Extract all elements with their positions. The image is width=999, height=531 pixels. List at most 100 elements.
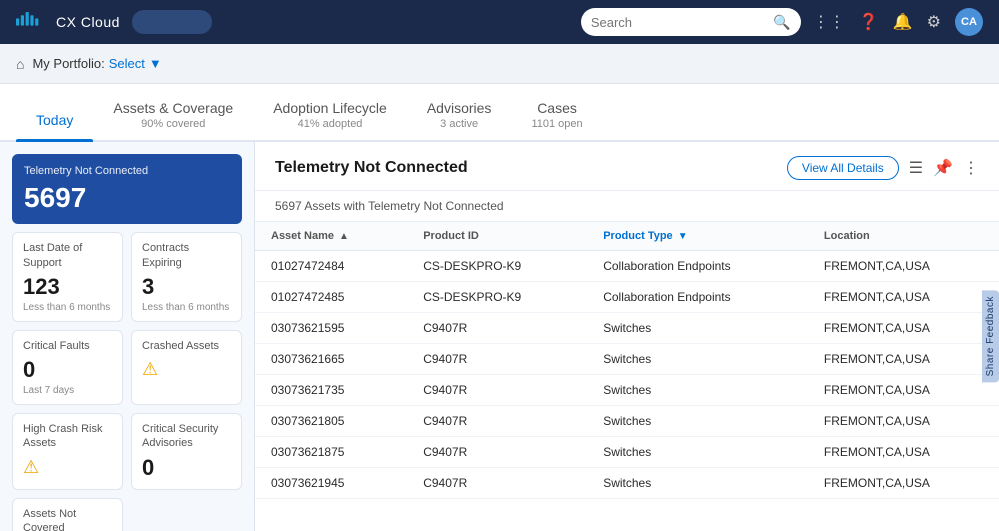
cell-product-type: Switches bbox=[587, 344, 808, 375]
cell-product-id: CS-DESKPRO-K9 bbox=[407, 282, 587, 313]
help-icon[interactable]: ❓ bbox=[859, 12, 879, 32]
assets-not-covered-card[interactable]: Assets Not Covered 584 bbox=[12, 498, 123, 531]
tab-today[interactable]: Today bbox=[16, 112, 93, 140]
sort-arrow-asset-name: ▲ bbox=[339, 231, 349, 242]
cell-product-id: C9407R bbox=[407, 468, 587, 499]
contracts-expiring-sub: Less than 6 months bbox=[142, 302, 231, 313]
table-row[interactable]: 03073621945 C9407R Switches FREMONT,CA,U… bbox=[255, 468, 999, 499]
contracts-expiring-value: 3 bbox=[142, 274, 231, 300]
grid-icon[interactable]: ⋮⋮ bbox=[813, 12, 845, 32]
cell-product-type: Switches bbox=[587, 313, 808, 344]
table-row[interactable]: 03073621595 C9407R Switches FREMONT,CA,U… bbox=[255, 313, 999, 344]
critical-security-card[interactable]: Critical Security Advisories 0 bbox=[131, 413, 242, 490]
table-row[interactable]: 01027472484 CS-DESKPRO-K9 Collaboration … bbox=[255, 251, 999, 282]
search-box[interactable]: 🔍 bbox=[581, 8, 801, 36]
cell-asset-name: 03073621735 bbox=[255, 375, 407, 406]
right-content-panel: Telemetry Not Connected View All Details… bbox=[255, 142, 999, 531]
tab-advisories-title: Advisories bbox=[427, 100, 492, 116]
last-date-support-sub: Less than 6 months bbox=[23, 302, 112, 313]
cisco-logo: CX Cloud bbox=[16, 12, 120, 32]
sort-arrow-product-type: ▼ bbox=[678, 231, 688, 242]
contracts-expiring-card[interactable]: Contracts Expiring 3 Less than 6 months bbox=[131, 232, 242, 322]
tab-cases-sub: 1101 open bbox=[531, 118, 582, 130]
nav-pill[interactable] bbox=[132, 10, 212, 34]
cell-asset-name: 03073621805 bbox=[255, 406, 407, 437]
cell-location: FREMONT,CA,USA bbox=[808, 282, 999, 313]
tab-cases-title: Cases bbox=[537, 100, 577, 116]
cell-product-type: Switches bbox=[587, 437, 808, 468]
telemetry-card-label: Telemetry Not Connected bbox=[24, 164, 230, 178]
cisco-logo-icon bbox=[16, 12, 48, 32]
cell-asset-name: 03073621595 bbox=[255, 313, 407, 344]
last-date-support-card[interactable]: Last Date of Support 123 Less than 6 mon… bbox=[12, 232, 123, 322]
cell-product-id: CS-DESKPRO-K9 bbox=[407, 251, 587, 282]
content-subtitle: 5697 Assets with Telemetry Not Connected bbox=[255, 191, 999, 222]
cell-asset-name: 03073621875 bbox=[255, 437, 407, 468]
assets-table: Asset Name ▲ Product ID Product Type ▼ L… bbox=[255, 222, 999, 499]
app-title: CX Cloud bbox=[56, 14, 120, 30]
avatar[interactable]: CA bbox=[955, 8, 983, 36]
portfolio-select[interactable]: Select ▼ bbox=[109, 56, 162, 71]
share-feedback-tab[interactable]: Share Feedback bbox=[982, 290, 999, 382]
tab-advisories-sub: 3 active bbox=[440, 118, 478, 130]
cell-asset-name: 03073621945 bbox=[255, 468, 407, 499]
critical-security-value: 0 bbox=[142, 455, 231, 481]
cell-location: FREMONT,CA,USA bbox=[808, 375, 999, 406]
col-asset-name[interactable]: Asset Name ▲ bbox=[255, 222, 407, 251]
cell-location: FREMONT,CA,USA bbox=[808, 251, 999, 282]
table-row[interactable]: 03073621735 C9407R Switches FREMONT,CA,U… bbox=[255, 375, 999, 406]
cell-asset-name: 03073621665 bbox=[255, 344, 407, 375]
cell-location: FREMONT,CA,USA bbox=[808, 313, 999, 344]
home-icon[interactable]: ⌂ bbox=[16, 56, 24, 72]
table-row[interactable]: 03073621875 C9407R Switches FREMONT,CA,U… bbox=[255, 437, 999, 468]
more-options-icon[interactable]: ⋮ bbox=[963, 158, 979, 178]
location-pin-icon[interactable]: 📌 bbox=[933, 158, 953, 178]
cell-product-id: C9407R bbox=[407, 406, 587, 437]
portfolio-select-label: Select bbox=[109, 56, 145, 71]
content-header: Telemetry Not Connected View All Details… bbox=[255, 142, 999, 191]
tab-assets-coverage[interactable]: Assets & Coverage 90% covered bbox=[93, 100, 253, 140]
gear-icon[interactable]: ⚙ bbox=[927, 12, 941, 32]
high-crash-risk-label: High Crash Risk Assets bbox=[23, 422, 112, 451]
cell-location: FREMONT,CA,USA bbox=[808, 437, 999, 468]
table-header: Asset Name ▲ Product ID Product Type ▼ L… bbox=[255, 222, 999, 251]
critical-faults-label: Critical Faults bbox=[23, 339, 112, 353]
tab-advisories[interactable]: Advisories 3 active bbox=[407, 100, 512, 140]
crashed-assets-card[interactable]: Crashed Assets ⚠ bbox=[131, 330, 242, 405]
col-location[interactable]: Location bbox=[808, 222, 999, 251]
bell-icon[interactable]: 🔔 bbox=[893, 12, 913, 32]
col-product-type[interactable]: Product Type ▼ bbox=[587, 222, 808, 251]
cell-location: FREMONT,CA,USA bbox=[808, 406, 999, 437]
telemetry-primary-card[interactable]: Telemetry Not Connected 5697 bbox=[12, 154, 242, 224]
col-product-id[interactable]: Product ID bbox=[407, 222, 587, 251]
cell-product-id: C9407R bbox=[407, 375, 587, 406]
critical-faults-value: 0 bbox=[23, 357, 112, 383]
table-row[interactable]: 03073621665 C9407R Switches FREMONT,CA,U… bbox=[255, 344, 999, 375]
high-crash-risk-card[interactable]: High Crash Risk Assets ⚠ bbox=[12, 413, 123, 490]
tab-adoption-lifecycle[interactable]: Adoption Lifecycle 41% adopted bbox=[253, 100, 407, 140]
table-row[interactable]: 03073621805 C9407R Switches FREMONT,CA,U… bbox=[255, 406, 999, 437]
tabs-bar: Today Assets & Coverage 90% covered Adop… bbox=[0, 84, 999, 142]
table-row[interactable]: 01027472485 CS-DESKPRO-K9 Collaboration … bbox=[255, 282, 999, 313]
tab-assets-coverage-title: Assets & Coverage bbox=[113, 100, 233, 116]
view-all-button[interactable]: View All Details bbox=[787, 156, 899, 180]
cell-location: FREMONT,CA,USA bbox=[808, 344, 999, 375]
tab-assets-coverage-sub: 90% covered bbox=[141, 118, 205, 130]
tab-adoption-lifecycle-sub: 41% adopted bbox=[298, 118, 363, 130]
table-container[interactable]: Asset Name ▲ Product ID Product Type ▼ L… bbox=[255, 222, 999, 531]
telemetry-card-value: 5697 bbox=[24, 182, 230, 214]
list-icon[interactable]: ☰ bbox=[909, 158, 923, 178]
contracts-expiring-label: Contracts Expiring bbox=[142, 241, 231, 270]
cell-product-id: C9407R bbox=[407, 437, 587, 468]
critical-faults-card[interactable]: Critical Faults 0 Last 7 days bbox=[12, 330, 123, 405]
main-content: Telemetry Not Connected 5697 Last Date o… bbox=[0, 142, 999, 531]
search-input[interactable] bbox=[591, 15, 768, 30]
search-icon: 🔍 bbox=[773, 14, 790, 31]
cell-product-type: Switches bbox=[587, 468, 808, 499]
last-date-support-label: Last Date of Support bbox=[23, 241, 112, 270]
tab-adoption-lifecycle-title: Adoption Lifecycle bbox=[273, 100, 387, 116]
cell-product-type: Switches bbox=[587, 375, 808, 406]
tab-cases[interactable]: Cases 1101 open bbox=[511, 100, 602, 140]
warning-icon-crash-risk: ⚠ bbox=[23, 457, 112, 478]
cell-product-id: C9407R bbox=[407, 344, 587, 375]
